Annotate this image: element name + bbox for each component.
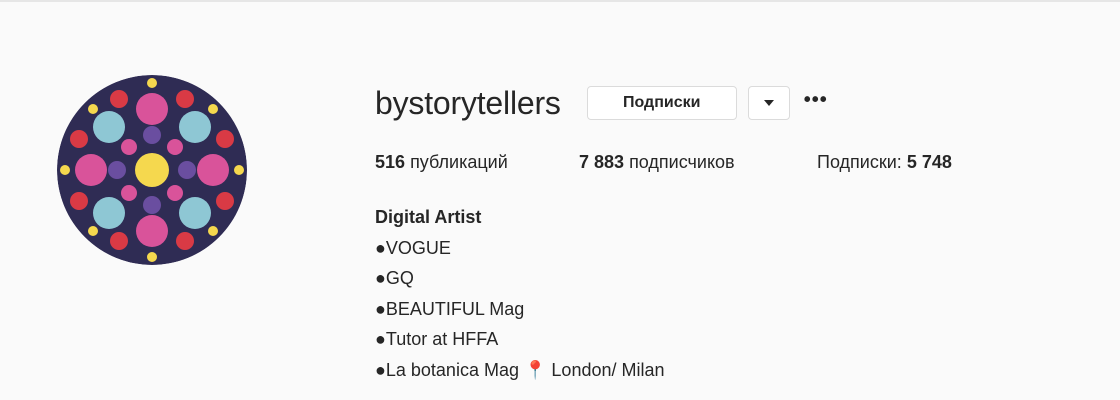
posts-stat: 516 публикаций	[375, 152, 579, 173]
top-divider	[0, 0, 1120, 2]
followers-stat[interactable]: 7 883 подписчиков	[579, 152, 817, 173]
profile-info: bystorytellers Подписки ••• 516 публикац…	[375, 80, 1095, 385]
avatar-image	[57, 75, 247, 265]
posts-count: 516	[375, 151, 406, 172]
bio-line: ●Tutor at HFFA	[375, 329, 499, 349]
following-label: Подписки:	[817, 151, 902, 172]
following-button[interactable]: Подписки	[586, 86, 737, 120]
profile-stats: 516 публикаций 7 883 подписчиков Подписк…	[375, 150, 1095, 174]
username: bystorytellers	[375, 85, 561, 121]
suggestions-dropdown-button[interactable]	[747, 86, 790, 120]
followers-label: подписчиков	[629, 151, 735, 172]
bio: Digital Artist ●VOGUE ●GQ ●BEAUTIFUL Mag…	[375, 202, 1095, 385]
pin-icon: 📍	[523, 359, 547, 380]
posts-label: публикаций	[410, 151, 508, 172]
avatar[interactable]	[57, 75, 247, 265]
full-name: Digital Artist	[375, 207, 482, 227]
location-text: London/ Milan	[551, 359, 665, 380]
caret-down-icon	[763, 100, 774, 106]
bio-line: ●GQ	[375, 268, 414, 288]
bio-line: ●VOGUE	[375, 237, 451, 258]
bio-line: ●BEAUTIFUL Mag	[375, 298, 525, 319]
profile-header: bystorytellers Подписки •••	[375, 80, 1095, 126]
bio-line-text: ●La botanica Mag	[375, 359, 519, 380]
following-count: 5 748	[906, 151, 952, 172]
followers-count: 7 883	[579, 151, 625, 172]
bio-line-location: ●La botanica Mag 📍 London/ Milan	[375, 355, 1095, 386]
following-stat[interactable]: Подписки: 5 748	[817, 152, 952, 173]
more-options-button[interactable]: •••	[804, 90, 828, 116]
